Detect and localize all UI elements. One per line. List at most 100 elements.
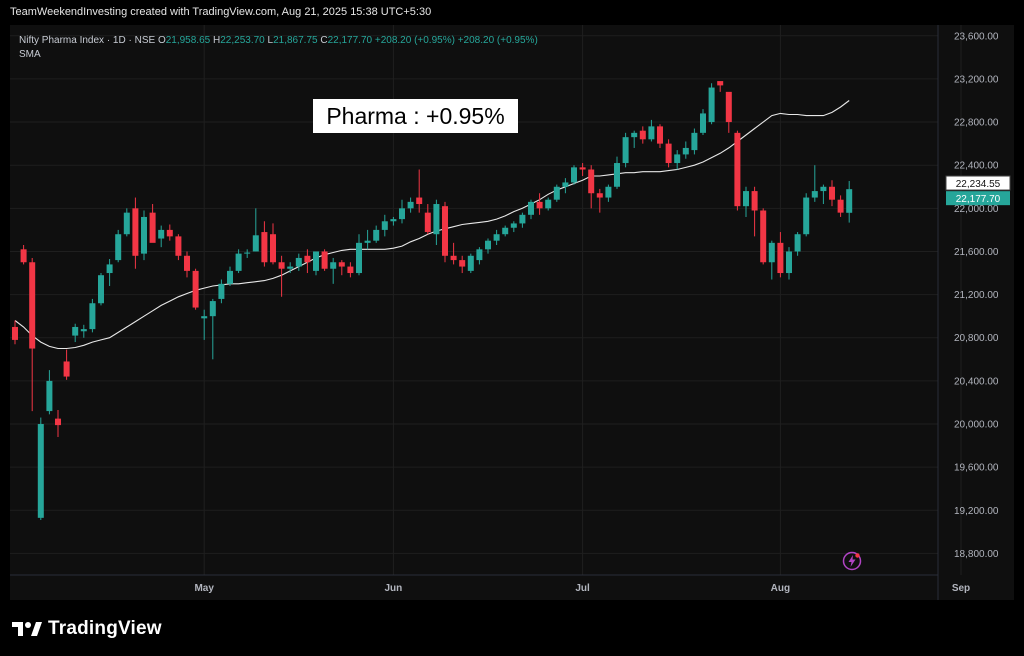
candle-body xyxy=(72,326,79,336)
candle-body xyxy=(89,303,96,330)
candle-body xyxy=(450,255,457,261)
candle-body xyxy=(123,212,130,235)
candle xyxy=(192,268,199,310)
candle-body xyxy=(639,130,646,140)
candle-body xyxy=(657,126,663,144)
tradingview-logo[interactable]: TradingView xyxy=(12,618,162,640)
candle-body xyxy=(588,169,595,194)
candle xyxy=(803,193,810,237)
y-tick-label: 20,000.00 xyxy=(954,420,999,431)
candle-body xyxy=(295,257,302,267)
candle-body xyxy=(433,204,440,235)
candle xyxy=(141,210,147,261)
candle-body xyxy=(811,191,818,198)
candle-body xyxy=(768,242,775,263)
legend-open-label: O xyxy=(157,35,166,46)
candle-body xyxy=(485,240,491,250)
last-price-tag: 22,177.70 xyxy=(946,191,1010,206)
candle-body xyxy=(442,206,448,256)
candle-body xyxy=(158,229,165,239)
sma-value-label: 22,234.55 xyxy=(956,179,1001,190)
candle-body xyxy=(794,234,801,252)
candle xyxy=(89,298,96,333)
candle-body xyxy=(725,91,732,123)
candle xyxy=(115,229,122,263)
y-tick-label: 23,200.00 xyxy=(954,74,999,85)
candle-body xyxy=(29,262,36,349)
candle-body xyxy=(399,208,405,220)
tradingview-logo-icon xyxy=(12,622,42,636)
candle-body xyxy=(536,201,543,209)
candle-body xyxy=(631,132,638,138)
candle-body xyxy=(579,167,586,170)
candle-body xyxy=(390,219,397,222)
candle-body xyxy=(364,240,371,243)
candle-body xyxy=(347,266,354,274)
candle-body xyxy=(407,201,414,209)
candle-body xyxy=(571,167,577,183)
candle-body xyxy=(837,199,844,213)
candle-body xyxy=(201,316,208,319)
candle-body xyxy=(829,186,835,200)
candle xyxy=(760,208,767,265)
candle-body xyxy=(596,193,603,198)
candle-body xyxy=(493,234,500,241)
candle-body xyxy=(665,143,672,164)
candle-body xyxy=(356,242,362,274)
candle-body xyxy=(519,214,526,224)
x-month-label: Aug xyxy=(771,583,790,594)
candle-body xyxy=(760,210,767,263)
candle xyxy=(553,184,560,202)
legend-indicator-sma[interactable]: SMA xyxy=(19,48,538,62)
candle xyxy=(467,253,474,274)
sma-value-tag: 22,234.55 xyxy=(945,175,1011,191)
candle-body xyxy=(846,189,853,213)
candle xyxy=(442,201,448,263)
y-tick-label: 22,400.00 xyxy=(954,161,999,172)
candle-body xyxy=(803,197,810,235)
legend-change-2: +208.20 (+0.95%) xyxy=(457,35,538,46)
legend-close-value: 22,177.70 xyxy=(327,35,373,46)
y-tick-label: 19,200.00 xyxy=(954,506,999,517)
candle-body xyxy=(287,266,294,269)
y-tick-label: 22,800.00 xyxy=(954,118,999,129)
candle-body xyxy=(416,197,423,205)
candle-body xyxy=(98,275,104,304)
lightning-icon[interactable] xyxy=(842,551,862,571)
candle-body xyxy=(338,262,345,267)
candle-body xyxy=(476,249,483,261)
legend-close-label: C xyxy=(320,35,328,46)
candle-body xyxy=(553,186,560,200)
candle-body xyxy=(106,264,113,274)
candle-body xyxy=(37,424,44,518)
pharma-annotation: Pharma : +0.95% xyxy=(313,99,518,133)
candle-body xyxy=(278,262,285,269)
candle-body xyxy=(743,191,749,207)
candle-body xyxy=(313,251,319,271)
candle-body xyxy=(786,251,792,274)
y-tick-label: 20,400.00 xyxy=(954,376,999,387)
candle-body xyxy=(648,126,655,140)
candle-body xyxy=(373,229,380,241)
candle-body xyxy=(218,283,225,299)
candle-body xyxy=(141,216,147,254)
candle-body xyxy=(545,199,552,209)
candle-body xyxy=(820,186,827,192)
candle-body xyxy=(321,251,328,269)
candle-body xyxy=(674,154,681,164)
candle xyxy=(622,132,629,168)
candle-body xyxy=(209,301,216,317)
candle-body xyxy=(227,270,233,284)
candle-body xyxy=(192,270,199,308)
chart-attribution: TeamWeekendInvesting created with Tradin… xyxy=(10,6,432,18)
y-tick-label: 23,600.00 xyxy=(954,31,999,42)
candle xyxy=(98,273,104,306)
candle xyxy=(37,417,44,520)
candle-body xyxy=(270,234,276,263)
candle-body xyxy=(55,418,61,426)
y-tick-label: 21,600.00 xyxy=(954,247,999,258)
candle-body xyxy=(115,234,122,261)
legend-symbol: Nifty Pharma Index · 1D · NSE xyxy=(19,35,156,46)
y-tick-label: 19,600.00 xyxy=(954,463,999,474)
y-tick-label: 20,800.00 xyxy=(954,333,999,344)
